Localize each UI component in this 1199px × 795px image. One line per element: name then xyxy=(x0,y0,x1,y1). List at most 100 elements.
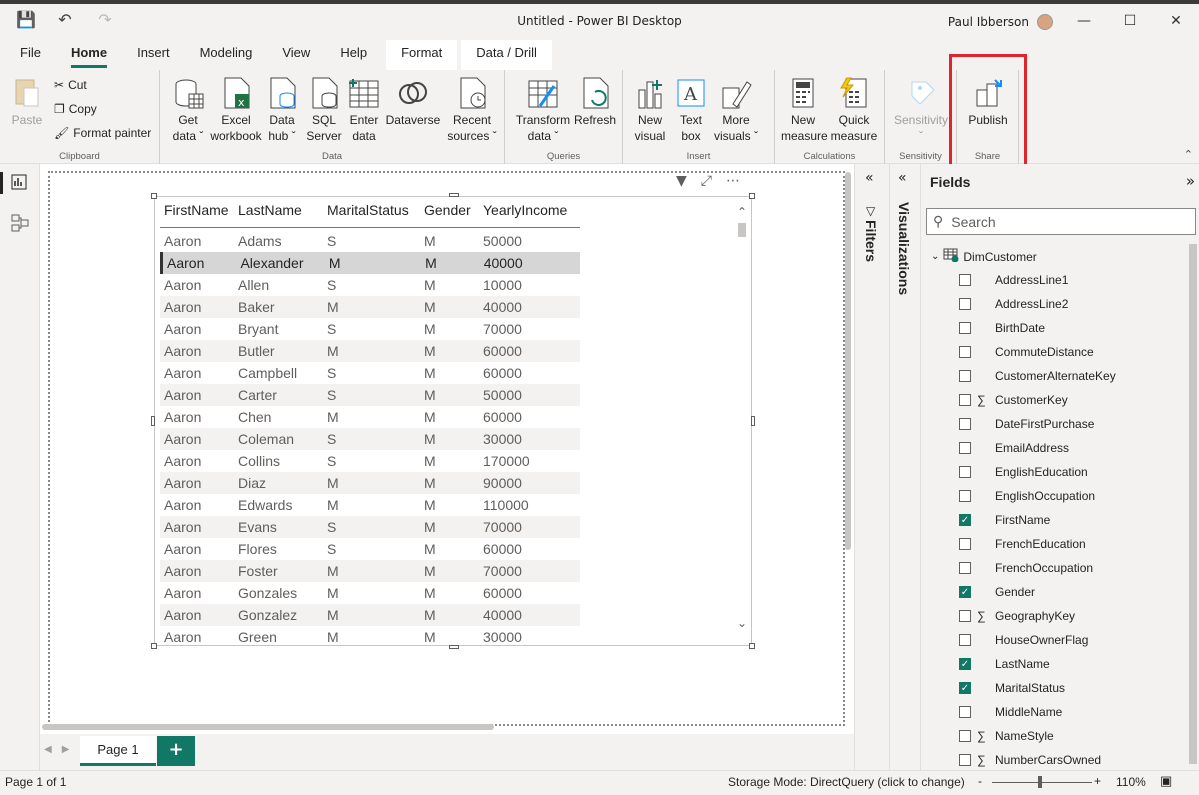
canvas-horizontal-scrollbar[interactable] xyxy=(42,724,494,730)
field-item[interactable]: EnglishOccupation xyxy=(959,484,1199,508)
field-item[interactable]: FrenchEducation xyxy=(959,532,1199,556)
field-checkbox[interactable] xyxy=(959,394,971,406)
sensitivity-button[interactable]: Sensitivity ˇ xyxy=(891,76,951,144)
excel-workbook-button[interactable]: x Excel workbook xyxy=(210,76,262,144)
field-checkbox[interactable] xyxy=(959,634,971,646)
model-view-icon[interactable] xyxy=(11,214,29,235)
field-item[interactable]: EmailAddress xyxy=(959,436,1199,460)
expand-filters-icon[interactable]: « xyxy=(865,170,874,186)
column-header-yearlyincome[interactable]: YearlyIncome xyxy=(483,202,580,218)
table-row[interactable]: Aaron Foster M M 70000 xyxy=(160,560,580,582)
dataverse-button[interactable]: Dataverse xyxy=(384,76,442,128)
fields-scrollbar[interactable] xyxy=(1189,244,1197,764)
report-view-icon[interactable] xyxy=(11,174,27,194)
table-row[interactable]: Aaron Butler M M 60000 xyxy=(160,340,580,362)
zoom-slider-thumb[interactable] xyxy=(1038,776,1042,788)
table-row[interactable]: Aaron Alexander M M 40000 xyxy=(160,252,580,274)
field-item[interactable]: ✓ FirstName xyxy=(959,508,1199,532)
maximize-icon[interactable]: ☐ xyxy=(1107,4,1153,38)
table-row[interactable]: Aaron Evans S M 70000 xyxy=(160,516,580,538)
field-checkbox[interactable] xyxy=(959,346,971,358)
field-checkbox[interactable] xyxy=(959,298,971,310)
field-checkbox[interactable] xyxy=(959,274,971,286)
table-row[interactable]: Aaron Diaz M M 90000 xyxy=(160,472,580,494)
field-checkbox[interactable] xyxy=(959,562,971,574)
table-row[interactable]: Aaron Gonzales M M 60000 xyxy=(160,582,580,604)
user-account[interactable]: Paul Ibberson xyxy=(948,14,1053,30)
table-row[interactable]: Aaron Campbell S M 60000 xyxy=(160,362,580,384)
field-checkbox[interactable] xyxy=(959,754,971,766)
table-row[interactable]: Aaron Adams S M 50000 xyxy=(160,230,580,252)
add-page-button[interactable]: + xyxy=(157,736,195,766)
field-item[interactable]: ✓ MaritalStatus xyxy=(959,676,1199,700)
field-item[interactable]: ∑ GeographyKey xyxy=(959,604,1199,628)
close-icon[interactable]: ✕ xyxy=(1153,4,1199,38)
resize-handle[interactable] xyxy=(151,193,157,199)
field-checkbox[interactable]: ✓ xyxy=(959,514,971,526)
column-header-gender[interactable]: Gender xyxy=(424,202,483,218)
new-visual-button[interactable]: New visual xyxy=(631,76,669,144)
field-item[interactable]: ∑ NumberCarsOwned xyxy=(959,748,1199,772)
field-checkbox[interactable] xyxy=(959,490,971,502)
new-measure-button[interactable]: New measure xyxy=(781,76,828,144)
tab-modeling[interactable]: Modeling xyxy=(185,40,268,70)
field-item[interactable]: DateFirstPurchase xyxy=(959,412,1199,436)
table-row[interactable]: Aaron Flores S M 60000 xyxy=(160,538,580,560)
fit-to-page-icon[interactable]: ▣ xyxy=(1160,773,1172,789)
tab-insert[interactable]: Insert xyxy=(122,40,185,70)
refresh-button[interactable]: Refresh xyxy=(573,76,617,128)
field-checkbox[interactable]: ✓ xyxy=(959,658,971,670)
page-tab-1[interactable]: Page 1 xyxy=(80,736,156,766)
collapse-fields-icon[interactable]: » xyxy=(1186,172,1195,190)
field-checkbox[interactable] xyxy=(959,370,971,382)
get-data-button[interactable]: Get data ˇ xyxy=(168,76,208,144)
column-header-lastname[interactable]: LastName xyxy=(238,202,327,218)
tab-format[interactable]: Format xyxy=(386,40,458,70)
field-item[interactable]: ∑ CustomerKey xyxy=(959,388,1199,412)
resize-handle[interactable] xyxy=(751,416,755,426)
field-checkbox[interactable] xyxy=(959,418,971,430)
field-item[interactable]: ✓ LastName xyxy=(959,652,1199,676)
field-checkbox[interactable] xyxy=(959,610,971,622)
page-nav-arrows[interactable]: ◀▶ xyxy=(44,744,79,755)
quick-measure-button[interactable]: Quick measure xyxy=(829,76,879,144)
field-checkbox[interactable] xyxy=(959,442,971,454)
cut-button[interactable]: ✂ Cut xyxy=(54,78,87,92)
resize-handle[interactable] xyxy=(749,643,755,649)
field-item[interactable]: BirthDate xyxy=(959,316,1199,340)
table-row[interactable]: Aaron Edwards M M 110000 xyxy=(160,494,580,516)
field-item[interactable]: CommuteDistance xyxy=(959,340,1199,364)
field-checkbox[interactable]: ✓ xyxy=(959,682,971,694)
tab-home[interactable]: Home xyxy=(56,40,122,70)
filter-icon[interactable]: ▼ xyxy=(676,173,687,189)
table-row[interactable]: Aaron Gonzalez M M 40000 xyxy=(160,604,580,626)
resize-handle[interactable] xyxy=(151,643,157,649)
field-item[interactable]: HouseOwnerFlag xyxy=(959,628,1199,652)
minimize-icon[interactable]: — xyxy=(1061,4,1107,38)
focus-mode-icon[interactable]: ⤢ xyxy=(701,173,712,189)
field-checkbox[interactable] xyxy=(959,322,971,334)
field-item[interactable]: CustomerAlternateKey xyxy=(959,364,1199,388)
table-row[interactable]: Aaron Coleman S M 30000 xyxy=(160,428,580,450)
table-row[interactable]: Aaron Carter S M 50000 xyxy=(160,384,580,406)
expand-visualizations-icon[interactable]: « xyxy=(898,170,907,186)
canvas-vertical-scrollbar[interactable] xyxy=(845,172,851,550)
chevron-down-icon[interactable]: ⌄ xyxy=(931,251,939,262)
data-hub-button[interactable]: Data hub ˇ xyxy=(264,76,300,144)
field-item[interactable]: FrenchOccupation xyxy=(959,556,1199,580)
fields-search-input[interactable]: ⚲ Search xyxy=(926,208,1196,235)
field-checkbox[interactable]: ✓ xyxy=(959,586,971,598)
filters-pane[interactable]: « ▽ Filters xyxy=(854,164,889,770)
table-row[interactable]: Aaron Allen S M 10000 xyxy=(160,274,580,296)
field-checkbox[interactable] xyxy=(959,466,971,478)
field-item[interactable]: AddressLine1 xyxy=(959,268,1199,292)
zoom-level[interactable]: 110% xyxy=(1116,775,1146,789)
visualizations-pane[interactable]: « Visualizations xyxy=(889,164,920,770)
more-options-icon[interactable]: ⋯ xyxy=(726,173,740,189)
field-item[interactable]: ✓ Gender xyxy=(959,580,1199,604)
copy-button[interactable]: ❐ Copy xyxy=(54,102,97,116)
field-checkbox[interactable] xyxy=(959,538,971,550)
column-header-firstname[interactable]: FirstName xyxy=(160,202,238,218)
enter-data-button[interactable]: Enter data xyxy=(346,76,382,144)
tab-file[interactable]: File xyxy=(5,40,56,70)
